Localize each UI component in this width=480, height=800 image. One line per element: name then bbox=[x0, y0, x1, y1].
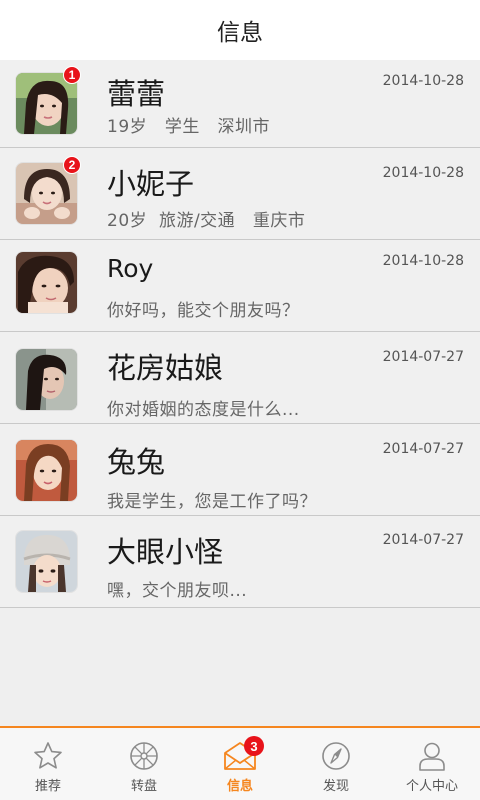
message-date: 2014-07-27 bbox=[382, 532, 464, 548]
message-item[interactable]: 花房姑娘 你对婚姻的态度是什么... 2014-07-27 bbox=[0, 332, 480, 424]
contact-name: 蕾蕾 bbox=[107, 77, 166, 111]
wheel-icon bbox=[124, 740, 164, 772]
contact-name: Roy bbox=[107, 254, 154, 283]
tab-wheel[interactable]: 转盘 bbox=[96, 728, 192, 800]
page-title: 信息 bbox=[217, 20, 263, 46]
message-date: 2014-07-27 bbox=[382, 349, 464, 365]
tab-recommend[interactable]: 推荐 bbox=[0, 728, 96, 800]
contact-name: 大眼小怪 bbox=[107, 535, 224, 569]
message-preview: 嘿，交个朋友呗... bbox=[107, 581, 248, 601]
message-item[interactable]: Roy 你好吗，能交个朋友吗？ 2014-10-28 bbox=[0, 240, 480, 332]
tab-label: 发现 bbox=[322, 779, 349, 794]
message-item[interactable]: 兔兔 我是学生，您是工作了吗？ 2014-07-27 bbox=[0, 424, 480, 516]
avatar[interactable] bbox=[16, 440, 77, 501]
avatar[interactable]: 2 bbox=[16, 156, 81, 224]
message-preview: 我是学生，您是工作了吗？ bbox=[107, 492, 317, 512]
unread-count-badge: 3 bbox=[244, 736, 264, 756]
person-icon bbox=[412, 740, 452, 772]
tab-label: 个人中心 bbox=[405, 779, 458, 794]
message-preview: 你对婚姻的态度是什么... bbox=[107, 400, 300, 420]
message-item[interactable]: 大眼小怪 嘿，交个朋友呗... 2014-07-27 bbox=[0, 516, 480, 608]
message-date: 2014-07-27 bbox=[382, 441, 464, 457]
tab-label: 信息 bbox=[226, 779, 253, 794]
tab-label: 转盘 bbox=[130, 779, 157, 794]
message-date: 2014-10-28 bbox=[382, 253, 464, 269]
message-preview: 你好吗，能交个朋友吗？ bbox=[107, 301, 300, 321]
unread-badge: 2 bbox=[63, 156, 81, 174]
bottom-tab-bar: 推荐 转盘 信息 3 发现 个人中心 bbox=[0, 726, 480, 800]
message-date: 2014-10-28 bbox=[382, 73, 464, 89]
unread-badge: 1 bbox=[63, 66, 81, 84]
tab-messages[interactable]: 信息 3 bbox=[192, 728, 288, 800]
message-item[interactable]: 1 蕾蕾 19岁 学生 深圳市 2014-10-28 bbox=[0, 60, 480, 148]
contact-name: 兔兔 bbox=[107, 445, 166, 479]
avatar[interactable] bbox=[16, 531, 77, 592]
message-item[interactable]: 2 小妮子 20岁 旅游/交通 重庆市 2014-10-28 bbox=[0, 148, 480, 240]
contact-info: 20岁 旅游/交通 重庆市 bbox=[107, 211, 306, 231]
contact-name: 花房姑娘 bbox=[107, 351, 224, 385]
avatar[interactable] bbox=[16, 349, 77, 410]
compass-icon bbox=[316, 740, 356, 772]
header-bar: 信息 bbox=[0, 0, 480, 60]
message-list: 1 蕾蕾 19岁 学生 深圳市 2014-10-28 2 小妮子 20岁 旅游/… bbox=[0, 60, 480, 608]
avatar[interactable] bbox=[16, 252, 77, 313]
avatar[interactable]: 1 bbox=[16, 66, 81, 134]
contact-name: 小妮子 bbox=[107, 167, 195, 201]
tab-label: 推荐 bbox=[34, 779, 61, 794]
star-icon bbox=[28, 740, 68, 772]
tab-discover[interactable]: 发现 bbox=[288, 728, 384, 800]
tab-profile[interactable]: 个人中心 bbox=[384, 728, 480, 800]
message-date: 2014-10-28 bbox=[382, 165, 464, 181]
contact-info: 19岁 学生 深圳市 bbox=[107, 117, 271, 137]
